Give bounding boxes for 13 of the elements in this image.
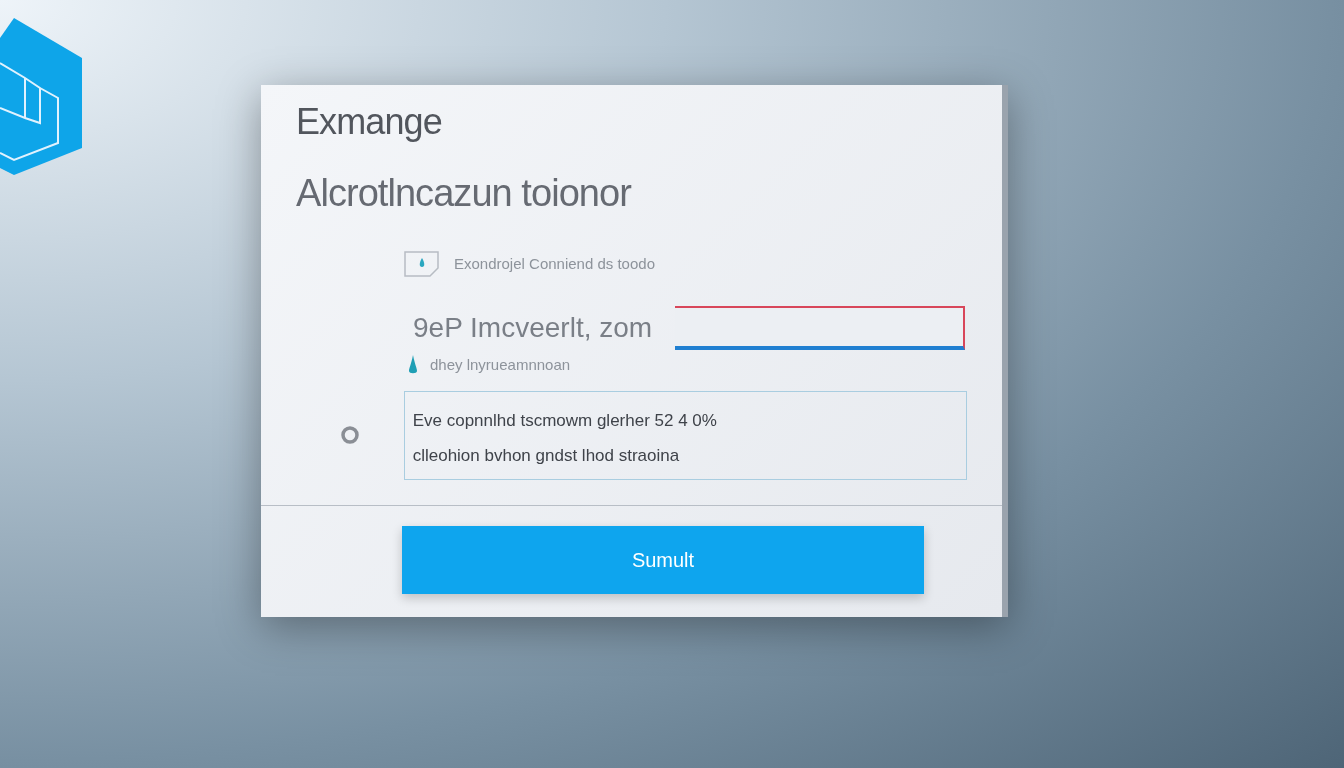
field-label: 9eP Imcveerlt, zom (413, 311, 654, 345)
drop-icon (408, 355, 418, 376)
note-text: dhey lnyrueamnnoan (430, 355, 571, 375)
message-line: Eve copnnlhd tscmowm glerher 52 4 0% (412, 409, 718, 432)
ring-icon (340, 426, 359, 444)
hint-text: Exondrojel Conniend ds toodo (454, 253, 655, 274)
submit-button[interactable]: Sumult (402, 526, 924, 594)
input-field[interactable] (675, 306, 965, 350)
hexagon-logo-icon (0, 18, 82, 175)
form-subtitle: Alcrotlncazun toionor (296, 171, 633, 216)
chat-bubble-icon (404, 250, 440, 278)
form-title: Exmange (296, 100, 443, 144)
message-line: clleohion bvhon gndst lhod straoina (412, 445, 681, 467)
